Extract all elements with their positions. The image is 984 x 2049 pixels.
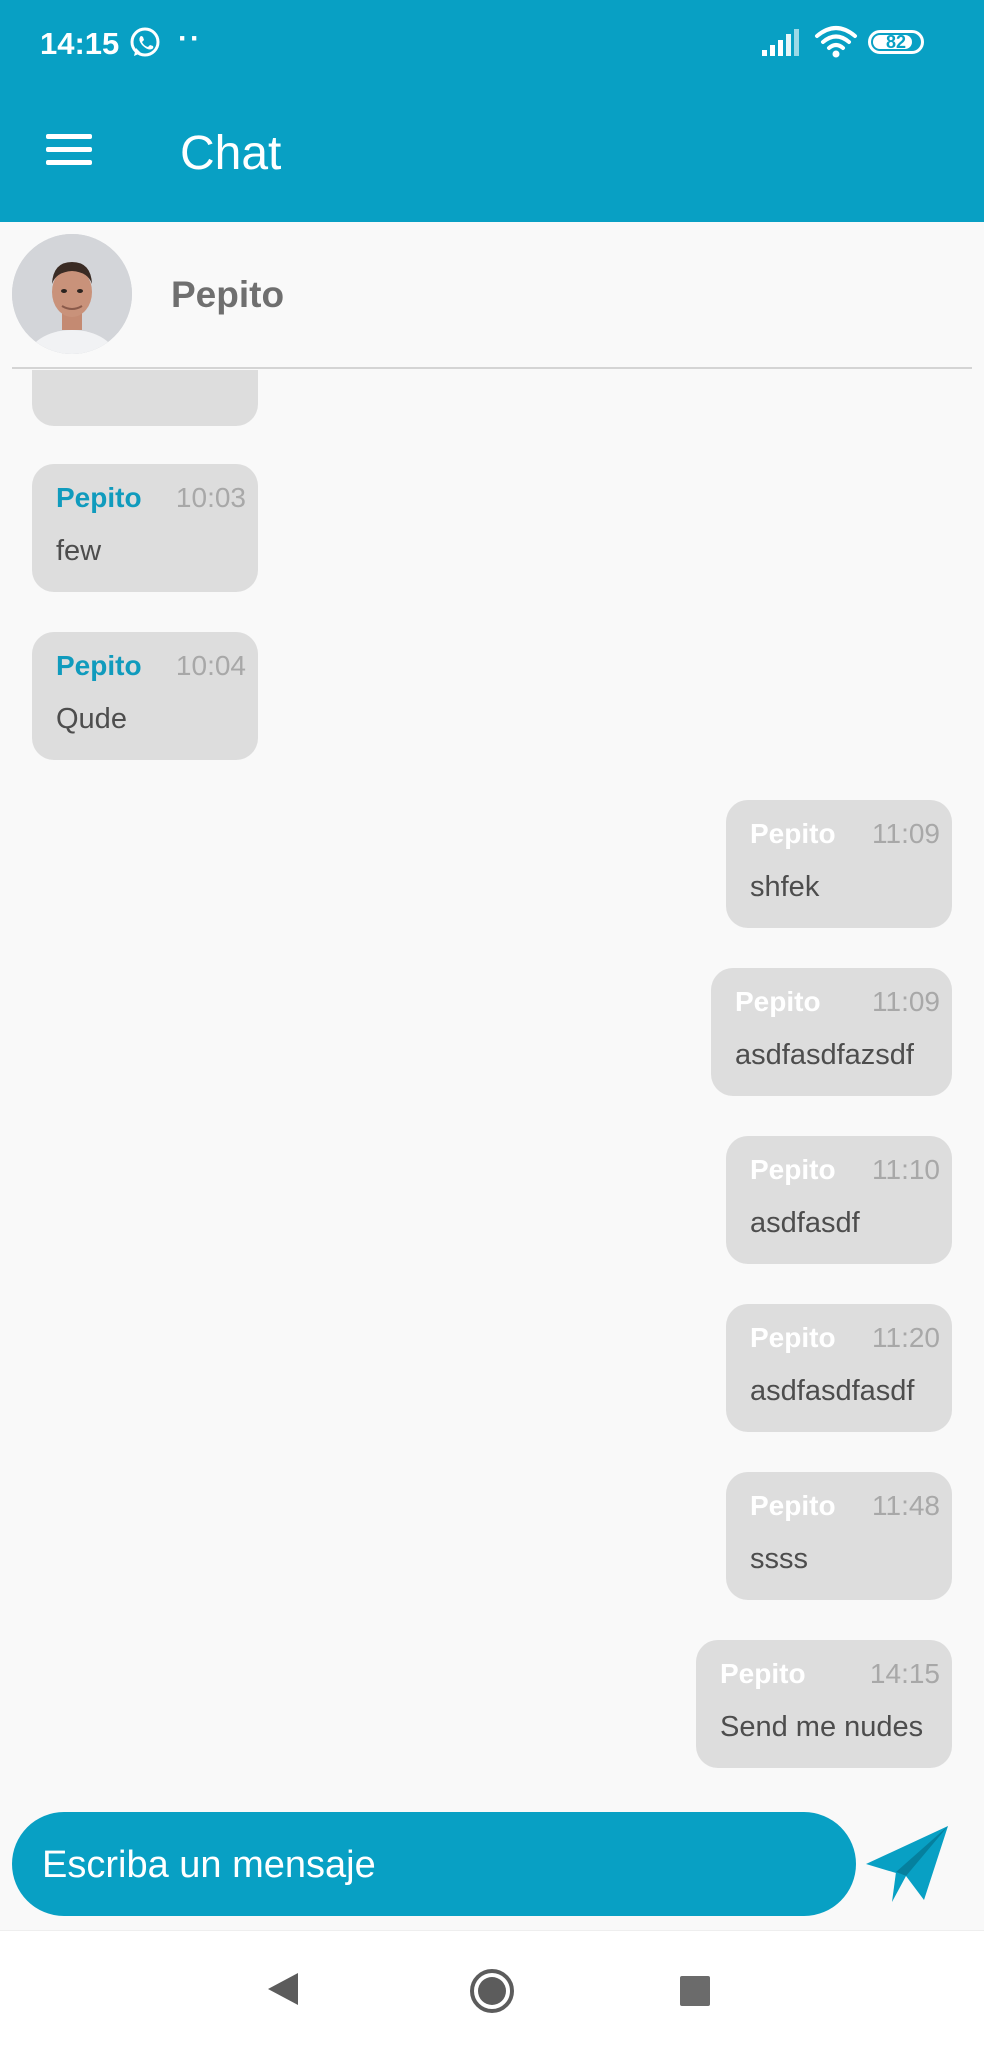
incoming-message-bubble[interactable]: Pepito 10:04 Qude [32, 632, 258, 760]
recents-icon[interactable] [680, 1976, 710, 2006]
home-icon[interactable] [468, 1967, 516, 2015]
incoming-message-bubble[interactable]: Pepito 10:03 few [32, 464, 258, 592]
back-icon[interactable] [266, 1971, 300, 2007]
message-time: 11:20 [872, 1322, 940, 1353]
message-composer[interactable] [12, 1812, 856, 1918]
message-time: 14:15 [869, 1658, 940, 1689]
outgoing-message-bubble[interactable]: Pepito 11:48 ssss [726, 1472, 952, 1600]
notification-dots: ·· [178, 22, 202, 55]
status-bar: 14:15 ·· 82 [0, 0, 984, 88]
message-text: few [56, 535, 102, 567]
message-sender: Pepito [56, 482, 142, 513]
message-sender: Pepito [750, 1490, 836, 1521]
message-input[interactable] [40, 1812, 834, 1918]
message-sender: Pepito [750, 1322, 836, 1353]
battery-level: 82 [885, 32, 907, 52]
profile-photo [12, 234, 132, 354]
message-bubble-partial [32, 370, 258, 426]
message-sender: Pepito [750, 1154, 836, 1185]
contact-header[interactable]: Pepito [0, 222, 984, 370]
send-icon[interactable] [862, 1822, 952, 1906]
message-text: asdfasdfasdf [750, 1375, 915, 1407]
message-sender: Pepito [56, 650, 142, 681]
status-time: 14:15 [40, 26, 120, 61]
message-text: shfek [750, 871, 820, 903]
message-text: ssss [750, 1543, 808, 1575]
message-time: 11:09 [872, 986, 940, 1017]
message-time: 11:09 [872, 818, 940, 849]
message-time: 11:48 [872, 1490, 940, 1521]
wifi-icon [815, 26, 857, 58]
app-bar: 14:15 ·· 82 Chat [0, 0, 984, 222]
message-sender: Pepito [750, 818, 836, 849]
message-time: 10:04 [175, 650, 246, 681]
signal-icon [762, 29, 799, 56]
hamburger-menu-icon[interactable] [42, 130, 98, 170]
message-sender: Pepito [735, 986, 821, 1017]
message-text: asdfasdfazsdf [735, 1039, 914, 1071]
message-text: Send me nudes [720, 1711, 924, 1743]
message-time: 10:03 [175, 482, 246, 513]
outgoing-message-bubble[interactable]: Pepito 11:10 asdfasdf [726, 1136, 952, 1264]
battery-icon: 82 [868, 30, 924, 54]
message-time: 11:10 [872, 1154, 940, 1185]
message-text: asdfasdf [750, 1207, 860, 1239]
page-title: Chat [180, 127, 282, 180]
navigation-bar [0, 1930, 984, 2049]
contact-name: Pepito [171, 274, 285, 315]
avatar[interactable] [12, 234, 132, 354]
message-sender: Pepito [720, 1658, 806, 1689]
outgoing-message-bubble[interactable]: Pepito 11:09 shfek [726, 800, 952, 928]
message-text: Qude [56, 703, 127, 735]
outgoing-message-bubble[interactable]: Pepito 14:15 Send me nudes [696, 1640, 952, 1768]
divider [12, 367, 972, 369]
whatsapp-icon [130, 27, 160, 57]
outgoing-message-bubble[interactable]: Pepito 11:09 asdfasdfazsdf [711, 968, 952, 1096]
outgoing-message-bubble[interactable]: Pepito 11:20 asdfasdfasdf [726, 1304, 952, 1432]
